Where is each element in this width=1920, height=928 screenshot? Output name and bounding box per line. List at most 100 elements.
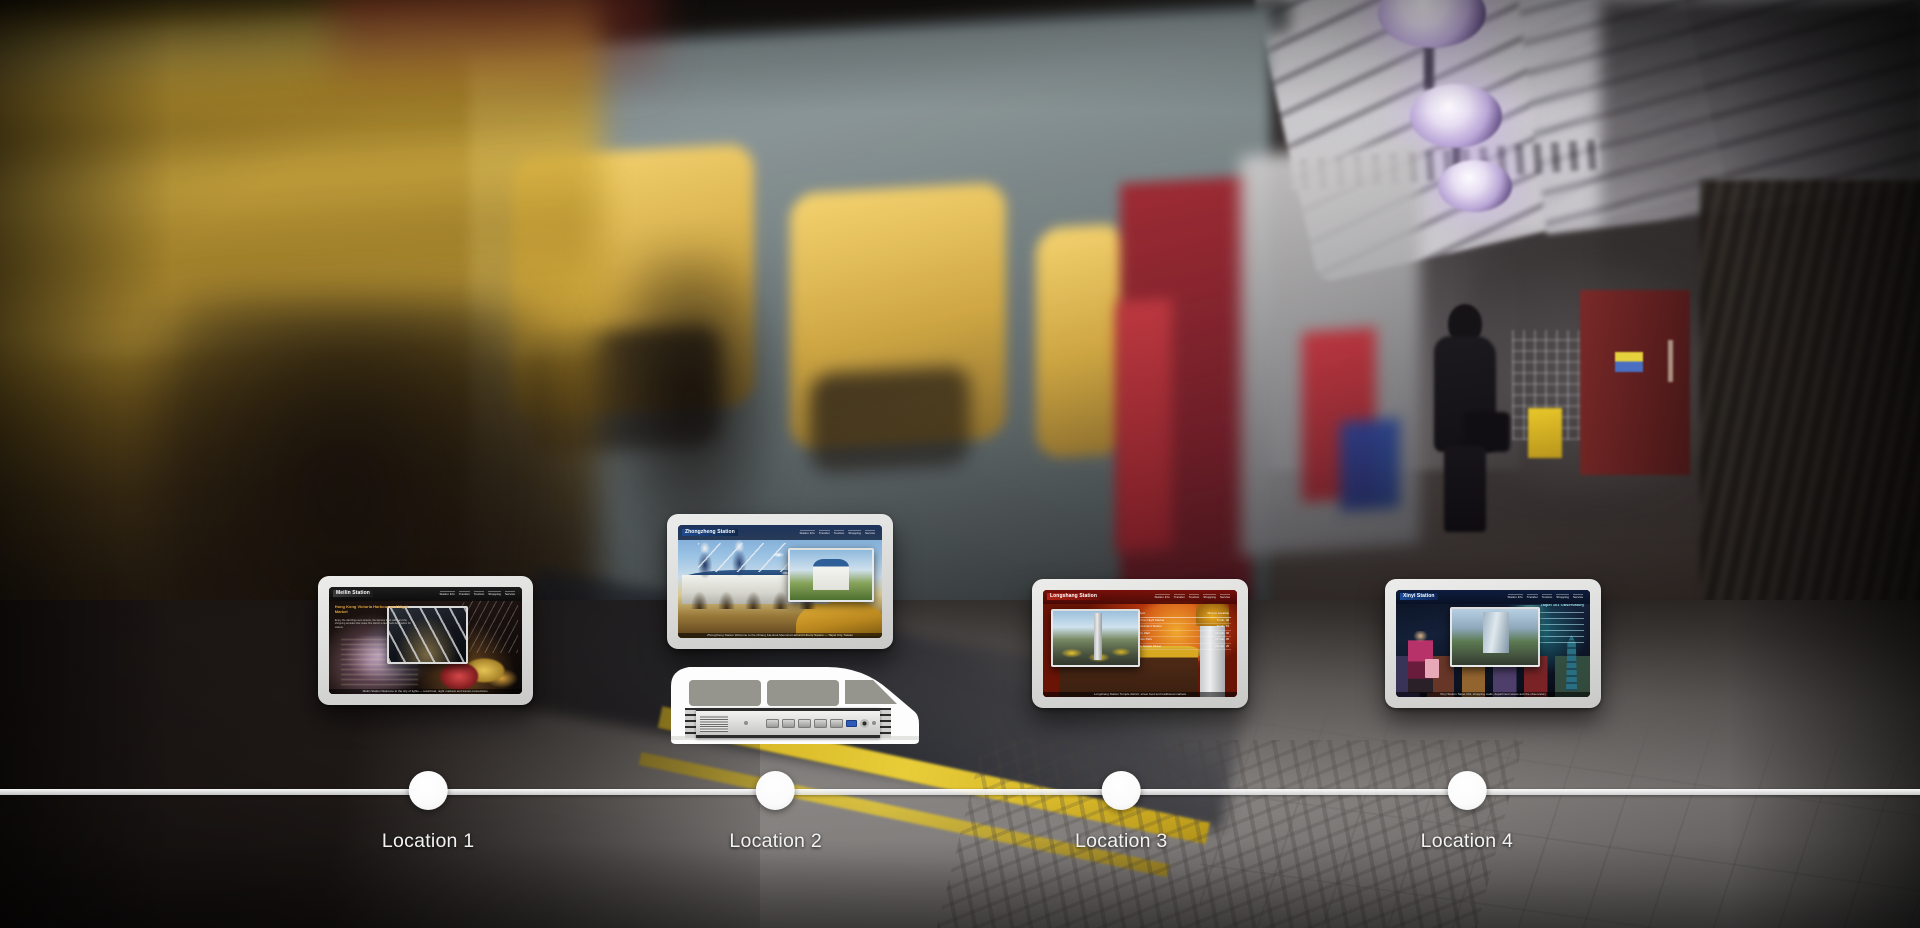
panel-2-memorial-hall	[813, 558, 849, 590]
panel-3-nav-item-4[interactable]: Service	[1219, 594, 1230, 599]
signage-display-3[interactable]: Tour Spot Time to Location Chin Chan Nig…	[1032, 579, 1248, 708]
timeline-node-location-3[interactable]: Location 3	[1075, 771, 1168, 853]
panel-3-nav-item-1[interactable]: Transfer	[1173, 594, 1185, 599]
signage-display-2[interactable]: Zhongzheng Station Station Info Transfer…	[667, 514, 893, 649]
panel-1-nav-item-2[interactable]: Tourism	[473, 591, 485, 596]
door-safety-sign	[1615, 352, 1643, 372]
panel-4-nav-item-1[interactable]: Transfer	[1526, 594, 1538, 599]
panel-2-station-title: Zhongzheng Station	[682, 528, 738, 536]
timeline-node-location-2[interactable]: Location 2	[729, 771, 822, 853]
panel-1-nav-item-1[interactable]: Transfer	[458, 591, 470, 596]
panel-1-headline: Hong Kong Victoria Harbour and Night Mar…	[334, 604, 409, 615]
panel-2-inset-photo	[788, 547, 874, 602]
panel-4-inset-photo	[1450, 607, 1540, 668]
panel-1-nav[interactable]: Station Info Transfer Tourism Shopping S…	[439, 591, 518, 596]
usb-port-icon	[846, 719, 857, 727]
player-endcap-left	[685, 708, 696, 738]
panel-2-nav-item-1[interactable]: Transfer	[818, 529, 830, 535]
train-media-player-icon[interactable]	[667, 660, 922, 745]
timeline-dot[interactable]	[408, 771, 448, 810]
signage-screen-3: Tour Spot Time to Location Chin Chan Nig…	[1043, 590, 1237, 697]
vga-port-icon	[782, 718, 795, 728]
timeline-dot[interactable]	[1447, 771, 1487, 810]
panel-2-nav-item-2[interactable]: Tourism	[833, 529, 845, 535]
panel-3-col-time: Time to Location	[1207, 611, 1230, 616]
panel-4-topbar: Xinyi Station Station Info Transfer Tour…	[1396, 590, 1590, 604]
train-window-shadow	[810, 365, 970, 475]
panel-3-row-time: 8 min. 10	[1216, 624, 1230, 629]
player-vent-grille	[700, 714, 728, 732]
player-endcap-right	[880, 708, 891, 738]
power-port-icon	[860, 718, 869, 728]
panel-3-row-time: 22 min. 20	[1215, 643, 1230, 648]
panel-3-list-row: Central Market Street 22 min. 20	[1130, 643, 1232, 651]
platform-red-door	[1580, 290, 1690, 475]
panel-3-inset-column	[1093, 613, 1103, 660]
signage-display-1[interactable]: Hong Kong Victoria Harbour and Night Mar…	[318, 576, 533, 705]
platform-bottom-shadow	[0, 840, 1920, 928]
panel-2-nav-item-4[interactable]: Service	[864, 529, 875, 535]
panel-4-inset-building	[1482, 612, 1509, 653]
timeline-node-location-4[interactable]: Location 4	[1421, 771, 1514, 853]
panel-2-nav[interactable]: Station Info Transfer Tourism Shopping S…	[799, 529, 878, 535]
train-door-panel	[1116, 298, 1172, 552]
lan-port-icon	[814, 718, 827, 728]
signage-display-4[interactable]: Taipei 101 Observatory Xinyi Station Sta…	[1385, 579, 1601, 708]
motion-blur-red-top	[330, 0, 660, 100]
panel-2-topbar: Zhongzheng Station Station Info Transfer…	[678, 525, 882, 540]
door-handle	[1668, 340, 1673, 382]
platform-passenger	[1430, 300, 1510, 532]
panel-4-nav-item-0[interactable]: Station Info	[1507, 594, 1523, 599]
serial-port-icon	[830, 718, 843, 728]
player-screw	[744, 721, 748, 725]
timeline-label: Location 2	[729, 830, 822, 852]
timeline-dot[interactable]	[1101, 771, 1141, 810]
panel-2-nav-item-3[interactable]: Shopping	[848, 529, 861, 535]
panel-3-nav-item-2[interactable]: Tourism	[1188, 594, 1200, 599]
panel-3-caption: Longshang Station Temple district, stree…	[1043, 691, 1237, 697]
panel-3-row-time: 12 min. 00	[1215, 630, 1230, 635]
passenger-legs	[1444, 446, 1486, 532]
panel-3-row-time: 5 min. 30	[1216, 617, 1230, 622]
media-player-box[interactable]	[696, 708, 880, 738]
signage-screen-2: Zhongzheng Station Station Info Transfer…	[678, 525, 882, 638]
pendant-lamp-icon	[1438, 160, 1512, 212]
yellow-safety-barrier	[1528, 408, 1562, 458]
player-screw	[872, 721, 876, 725]
panel-3-tour-list: Tour Spot Time to Location Chin Chan Nig…	[1130, 611, 1232, 660]
panel-1-nav-item-3[interactable]: Shopping	[488, 591, 501, 596]
timeline-node-location-1[interactable]: Location 1	[382, 771, 475, 853]
panel-1-station-title: Meilin Station	[333, 590, 373, 598]
tunnel-wall-right	[1700, 180, 1920, 660]
panel-1-nav-item-4[interactable]: Service	[504, 591, 515, 596]
panel-1-caption: Meilin Station Welcome to the city of li…	[329, 688, 522, 694]
panel-1-body-text: Enjoy the dazzling neon streets, the fam…	[334, 619, 411, 629]
hdmi-port-icon	[766, 718, 779, 728]
panel-1-nav-item-0[interactable]: Station Info	[439, 591, 455, 596]
audio-port-icon	[798, 718, 811, 728]
panel-2-nav-item-0[interactable]: Station Info	[799, 529, 815, 535]
panel-4-nav[interactable]: Station Info Transfer Tourism Shopping S…	[1507, 594, 1586, 599]
panel-1-topbar: Meilin Station Station Info Transfer Tou…	[329, 587, 522, 601]
panel-4-shopping-bag	[1425, 658, 1439, 678]
panel-4-station-title: Xinyi Station	[1400, 593, 1438, 601]
timeline-label: Location 1	[381, 830, 475, 852]
signage-screen-1: Hong Kong Victoria Harbour and Night Mar…	[329, 587, 522, 694]
panel-3-nav-item-0[interactable]: Station Info	[1154, 594, 1170, 599]
train-window	[1036, 223, 1128, 459]
panel-3-nav[interactable]: Station Info Transfer Tourism Shopping S…	[1154, 594, 1233, 599]
panel-4-nav-item-4[interactable]: Service	[1572, 594, 1583, 599]
panel-1-inset-rail-art	[388, 608, 466, 663]
timeline-track	[0, 789, 1920, 795]
panel-3-nav-item-3[interactable]: Shopping	[1203, 594, 1216, 599]
panel-3-row-time: 17 min. 45	[1215, 637, 1230, 642]
timeline-dot[interactable]	[756, 771, 796, 810]
timeline-label: Location 4	[1420, 830, 1514, 852]
panel-4-nav-item-3[interactable]: Shopping	[1556, 594, 1569, 599]
panel-4-nav-item-2[interactable]: Tourism	[1541, 594, 1553, 599]
panel-3-station-title: Longshang Station	[1047, 593, 1100, 601]
train-livery-blue	[1340, 417, 1400, 513]
panel-3-inset-photo	[1050, 609, 1140, 668]
panel-3-topbar: Longshang Station Station Info Transfer …	[1043, 590, 1237, 604]
panel-4-caption: Xinyi Station Taipei 101, shopping malls…	[1396, 691, 1590, 697]
